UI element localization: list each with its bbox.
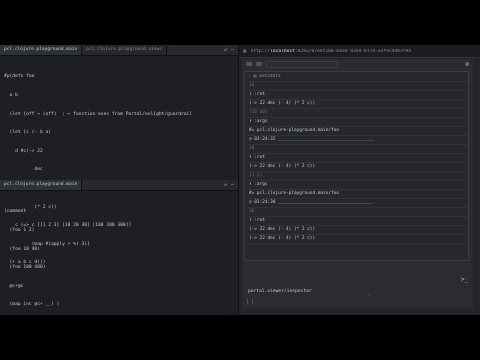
split-icon[interactable]: ⇄ [224, 47, 227, 53]
list-item[interactable]: ⬆ :ret [245, 217, 468, 226]
list-item[interactable]: ◷ 03:24:32 _____________________________… [245, 136, 468, 145]
code-line: (let [off → (off) ; ← function exec from… [4, 111, 193, 117]
list-item[interactable]: (-> 22 dec (- 4) (* 2 c)) [245, 235, 468, 244]
list-item[interactable]: ◷ 03:24:30 _____________________________… [245, 199, 468, 208]
list-item[interactable]: (-> 22 dec (- 4) (* 2 c)) [245, 100, 468, 109]
selection-input[interactable]: [ ] [246, 300, 469, 306]
code-line: (foo 100 400) [4, 265, 46, 271]
code-bottom[interactable]: (comment (foo 1 2) (foo 10 40) (foo 100 … [0, 191, 238, 315]
editor-bottom-split: pcl.clojure.playground.main ⇄ ⋯ (comment… [0, 180, 238, 315]
url-field[interactable]: http://localhost:8282/07eef20b-b4ed-43e4… [251, 49, 476, 54]
code-line: (let [c (- b a) [4, 130, 52, 136]
list-item[interactable]: ⬇ :args [245, 118, 468, 127]
editor-pane: pcl.clojure.playground.main pcl.clojure.… [0, 45, 239, 315]
code-line: (comment [4, 209, 27, 215]
expand-icon[interactable]: › [248, 74, 251, 79]
list-item[interactable]: (-> 22 dec (- 4) (* 2 c)) [245, 226, 468, 235]
portal-toolbar: ⊘ [242, 59, 473, 69]
code-line: @c+@c [4, 283, 24, 289]
code-line: #p(defn foo [4, 74, 35, 80]
more-icon[interactable]: ⋯ [231, 47, 234, 53]
bottom-tabbar: pcl.clojure.playground.main ⇄ ⋯ [0, 180, 238, 191]
code-line: a b [4, 93, 18, 98]
portal-page: ⊘ › ▤ metadata 16 ⬆ :ret (-> 22 dec (- 4… [242, 59, 473, 309]
list-item[interactable]: ⬆ :ret [245, 154, 468, 163]
tab-main-bottom[interactable]: pcl.clojure.playground.main [0, 180, 83, 190]
code-line: d #c(-> 22 [4, 148, 43, 154]
viewer-select[interactable]: portal.viewer/inspector [244, 287, 388, 297]
list-item[interactable]: #= pcl.clojure-playground.main/foo [245, 127, 468, 136]
list-item[interactable]: #= pcl.clojure-playground.main/foo [245, 190, 468, 199]
list-item[interactable]: 16 [245, 82, 468, 91]
app-window: pcl.clojure.playground.main pcl.clojure.… [0, 45, 480, 315]
url-rest: :8282/07eef20b-b4ed-43e4-8f7d-e3f9c49b3f… [294, 48, 412, 54]
browser-pane: ⊕ http://localhost:8282/07eef20b-b4ed-43… [239, 45, 480, 315]
list-item[interactable]: ⬆ :ret [245, 91, 468, 100]
code-line: (foo 10 40) [4, 246, 40, 252]
list-item[interactable]: 18 [245, 145, 468, 154]
back-icon[interactable] [246, 62, 252, 66]
split-icon[interactable]: ⇄ [224, 182, 227, 188]
url-bar: ⊕ http://localhost:8282/07eef20b-b4ed-43… [239, 45, 480, 58]
list-item[interactable]: ⬇ :args [245, 181, 468, 190]
tab-main[interactable]: pcl.clojure.playground.main [0, 45, 83, 55]
url-host: localhost [270, 48, 295, 54]
list-item[interactable]: (-> 22 dec (- 4) (* 2 c)) [245, 163, 468, 172]
code-line: dec [4, 167, 43, 173]
list-item[interactable]: 36 [245, 208, 468, 217]
list-item[interactable]: [10 40] [245, 109, 468, 118]
filter-input[interactable] [266, 60, 338, 68]
globe-icon: ⊕ [243, 47, 247, 55]
clear-icon[interactable]: ⊘ [465, 61, 469, 68]
tab-views[interactable]: pcl.clojure.playground.views [82, 45, 168, 55]
forward-icon[interactable] [256, 62, 262, 66]
chevron-down-icon[interactable]: ⌄ [368, 291, 371, 297]
url-prefix: http:// [250, 48, 270, 54]
list-header: › ▤ metadata [245, 72, 468, 82]
code-line: (map inc @c+ __) ) [4, 302, 60, 308]
log-list[interactable]: › ▤ metadata 16 ⬆ :ret (-> 22 dec (- 4) … [244, 71, 469, 261]
code-line: (foo 1 2) [4, 228, 35, 233]
more-icon[interactable]: ⋯ [231, 182, 234, 188]
editor-tabbar: pcl.clojure.playground.main pcl.clojure.… [0, 45, 238, 56]
tag-icon: ▤ [253, 74, 257, 79]
list-item[interactable]: [1 2] [245, 172, 468, 181]
metadata-label: metadata [259, 74, 281, 79]
terminal-icon[interactable]: >_ [461, 276, 468, 283]
